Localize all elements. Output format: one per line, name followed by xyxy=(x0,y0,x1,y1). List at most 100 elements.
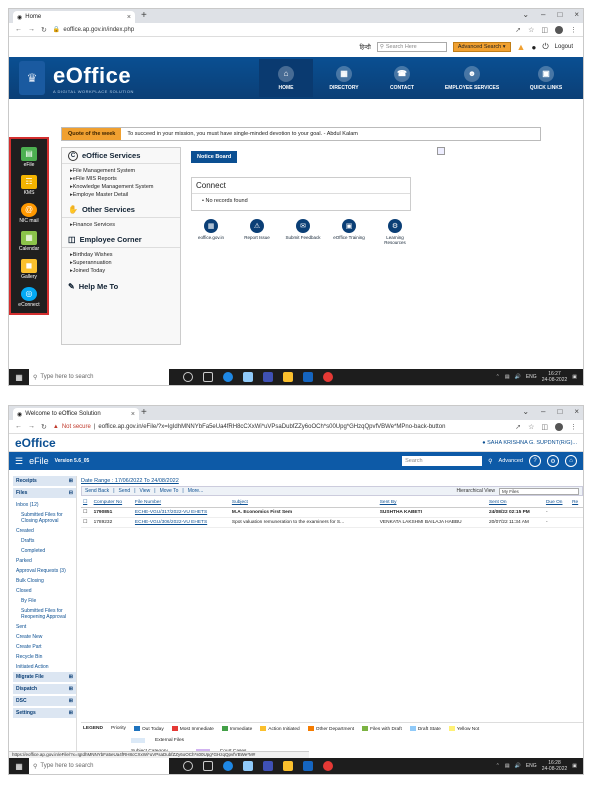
back-icon[interactable]: ← xyxy=(15,26,22,33)
sidebar-item[interactable]: Created xyxy=(13,526,76,536)
new-tab-icon[interactable]: + xyxy=(141,407,147,418)
logout-link[interactable]: Logout xyxy=(555,44,573,50)
brand-logo[interactable]: eOffice A DIGITAL WORKPLACE SOLUTION xyxy=(53,63,134,94)
close-window-icon[interactable]: × xyxy=(574,10,579,19)
cell-file-number[interactable]: ECHE-VGU/317/2022-VU EHETS xyxy=(132,507,230,518)
forward-icon[interactable]: → xyxy=(28,423,35,430)
close-tab-icon[interactable]: × xyxy=(131,411,135,418)
eoffice-logo[interactable]: eOffice xyxy=(15,436,56,450)
service-link[interactable]: Finance Services xyxy=(70,221,180,229)
profile-avatar[interactable] xyxy=(555,25,563,34)
task-view-icon[interactable] xyxy=(203,761,213,771)
sidebar-item[interactable]: Completed xyxy=(13,546,76,556)
url-field[interactable]: ▲ Not secure | eoffice.ap.gov.in/eFile/?… xyxy=(53,422,509,432)
share-icon[interactable]: ➚ xyxy=(515,423,521,431)
nav-contact[interactable]: ☎ CONTACT xyxy=(375,59,429,97)
rail-efile[interactable]: ▤ eFile xyxy=(11,143,47,171)
service-link[interactable]: eFile MIS Reports xyxy=(70,175,180,183)
explorer-icon[interactable] xyxy=(283,372,293,382)
toolbar-view[interactable]: View xyxy=(140,488,151,494)
windows-start-icon[interactable]: ▦ xyxy=(9,762,29,771)
help-me-heading[interactable]: ✎ Help Me To xyxy=(62,278,180,294)
sidebar-item[interactable]: Create Part xyxy=(13,642,76,652)
user-icon[interactable]: ● xyxy=(531,43,536,52)
task-view-icon[interactable] xyxy=(203,372,213,382)
share-icon[interactable]: ➚ xyxy=(515,26,521,34)
edge-icon[interactable] xyxy=(223,761,233,771)
chrome-icon[interactable] xyxy=(323,761,333,771)
star-icon[interactable]: ☆ xyxy=(528,26,534,34)
volume-icon[interactable]: 🔊 xyxy=(515,374,521,380)
col-due-on[interactable]: Due On xyxy=(543,498,571,508)
site-search-input[interactable]: ⚲ Search Here xyxy=(376,42,447,52)
notice-board-tab[interactable]: Notice Board xyxy=(191,151,238,163)
edge-icon[interactable] xyxy=(223,372,233,382)
sidebar-item[interactable]: Bulk Closing xyxy=(13,576,76,586)
nav-home[interactable]: ⌂ HOME xyxy=(259,59,313,97)
efile-search-input[interactable]: Search xyxy=(402,456,483,466)
nav-employee-services[interactable]: ☻ EMPLOYEE SERVICES xyxy=(433,59,511,97)
hamburger-icon[interactable]: ☰ xyxy=(15,456,23,467)
rail-econnect[interactable]: ◎ eConnect xyxy=(11,283,47,311)
close-tab-icon[interactable]: × xyxy=(127,14,131,21)
rail-calendar[interactable]: ▦ Calendar xyxy=(11,227,47,255)
home-icon[interactable]: ⌂ xyxy=(565,455,577,467)
advanced-search-link[interactable]: Advanced xyxy=(499,458,523,464)
toolbar-more[interactable]: More... xyxy=(188,488,204,494)
tray-up-icon[interactable]: ⌃ xyxy=(496,374,500,380)
font-size-icon[interactable]: ▲ xyxy=(517,42,526,52)
sidebar-item[interactable]: Create New xyxy=(13,632,76,642)
sidebar-item[interactable]: Recycle Bin xyxy=(13,652,76,662)
rail-gallery[interactable]: ◼ Gallery xyxy=(11,255,47,283)
sidebar-section[interactable]: Settings ⊞ xyxy=(13,708,76,718)
nav-quick-links[interactable]: ▣ QUICK LINKS xyxy=(515,59,577,97)
view-select[interactable]: My Files xyxy=(499,487,579,495)
clock[interactable]: 16:28 24-08-2022 xyxy=(542,760,568,772)
toolbar-send[interactable]: Send xyxy=(119,488,131,494)
sidebar-item[interactable]: Submitted Files for Closing Approval xyxy=(13,510,76,526)
link-report-issue[interactable]: ⚠ Report Issue xyxy=(237,219,277,245)
col-re[interactable]: Re xyxy=(570,498,583,508)
network-icon[interactable]: ▤ xyxy=(505,763,510,769)
sidebar-files[interactable]: Files ⊟ xyxy=(13,488,76,498)
windows-start-icon[interactable]: ▦ xyxy=(9,373,29,382)
back-icon[interactable]: ← xyxy=(15,423,22,430)
network-icon[interactable]: ▤ xyxy=(505,374,510,380)
explorer-icon[interactable] xyxy=(283,761,293,771)
cell-file-number[interactable]: ECHE-VGU/306/2022-VU EHETS xyxy=(132,517,230,528)
clock[interactable]: 16:27 24-08-2022 xyxy=(542,371,568,383)
maximize-icon[interactable]: □ xyxy=(557,10,562,19)
col-computer-no[interactable]: Computer No xyxy=(91,498,133,508)
notifications-icon[interactable]: ▣ xyxy=(572,763,577,769)
col-checkbox[interactable]: ☐ xyxy=(81,498,92,508)
service-link[interactable]: Employe Master Detail xyxy=(70,191,180,199)
sidebar-item[interactable]: Drafts xyxy=(13,536,76,546)
url-field[interactable]: 🔒 eoffice.ap.gov.in/index.php xyxy=(53,25,509,35)
mail-app-icon[interactable] xyxy=(263,372,273,382)
sidebar-item[interactable]: Closed xyxy=(13,586,76,596)
link-eoffice-gov[interactable]: ▦ eoffice.gov.in xyxy=(191,219,231,245)
corner-link[interactable]: Birthday Wishes xyxy=(70,251,180,259)
store-icon[interactable] xyxy=(243,761,253,771)
hindi-link[interactable]: हिन्दी xyxy=(359,43,370,51)
sidebar-receipts[interactable]: Receipts ⊞ xyxy=(13,476,76,486)
service-link[interactable]: File Management System xyxy=(70,167,180,175)
row-checkbox[interactable]: ☐ xyxy=(81,507,92,518)
maximize-icon[interactable]: □ xyxy=(557,407,562,416)
sidebar-item[interactable]: Approval Requests (3) xyxy=(13,566,76,576)
sidebar-item[interactable]: Sent xyxy=(13,622,76,632)
link-submit-feedback[interactable]: ✉ Submit Feedback xyxy=(283,219,323,245)
help-icon[interactable]: ? xyxy=(529,455,541,467)
app-icon[interactable] xyxy=(303,372,313,382)
toolbar-send-back[interactable]: Send Back xyxy=(85,488,109,494)
sidebar-section[interactable]: DSC ⊞ xyxy=(13,696,76,706)
cortana-icon[interactable] xyxy=(183,372,193,382)
sidebar-icon[interactable]: ◫ xyxy=(541,26,548,34)
sidebar-item[interactable]: Initiated Action xyxy=(13,662,76,672)
sidebar-item[interactable]: By File xyxy=(13,596,76,606)
sidebar-section[interactable]: Dispatch ⊞ xyxy=(13,684,76,694)
link-learning-resources[interactable]: ⚙ Learning Resources xyxy=(375,219,415,245)
browser-tab[interactable]: ◉ Welcome to eOffice Solution × xyxy=(13,408,139,420)
close-window-icon[interactable]: × xyxy=(574,407,579,416)
volume-icon[interactable]: 🔊 xyxy=(515,763,521,769)
